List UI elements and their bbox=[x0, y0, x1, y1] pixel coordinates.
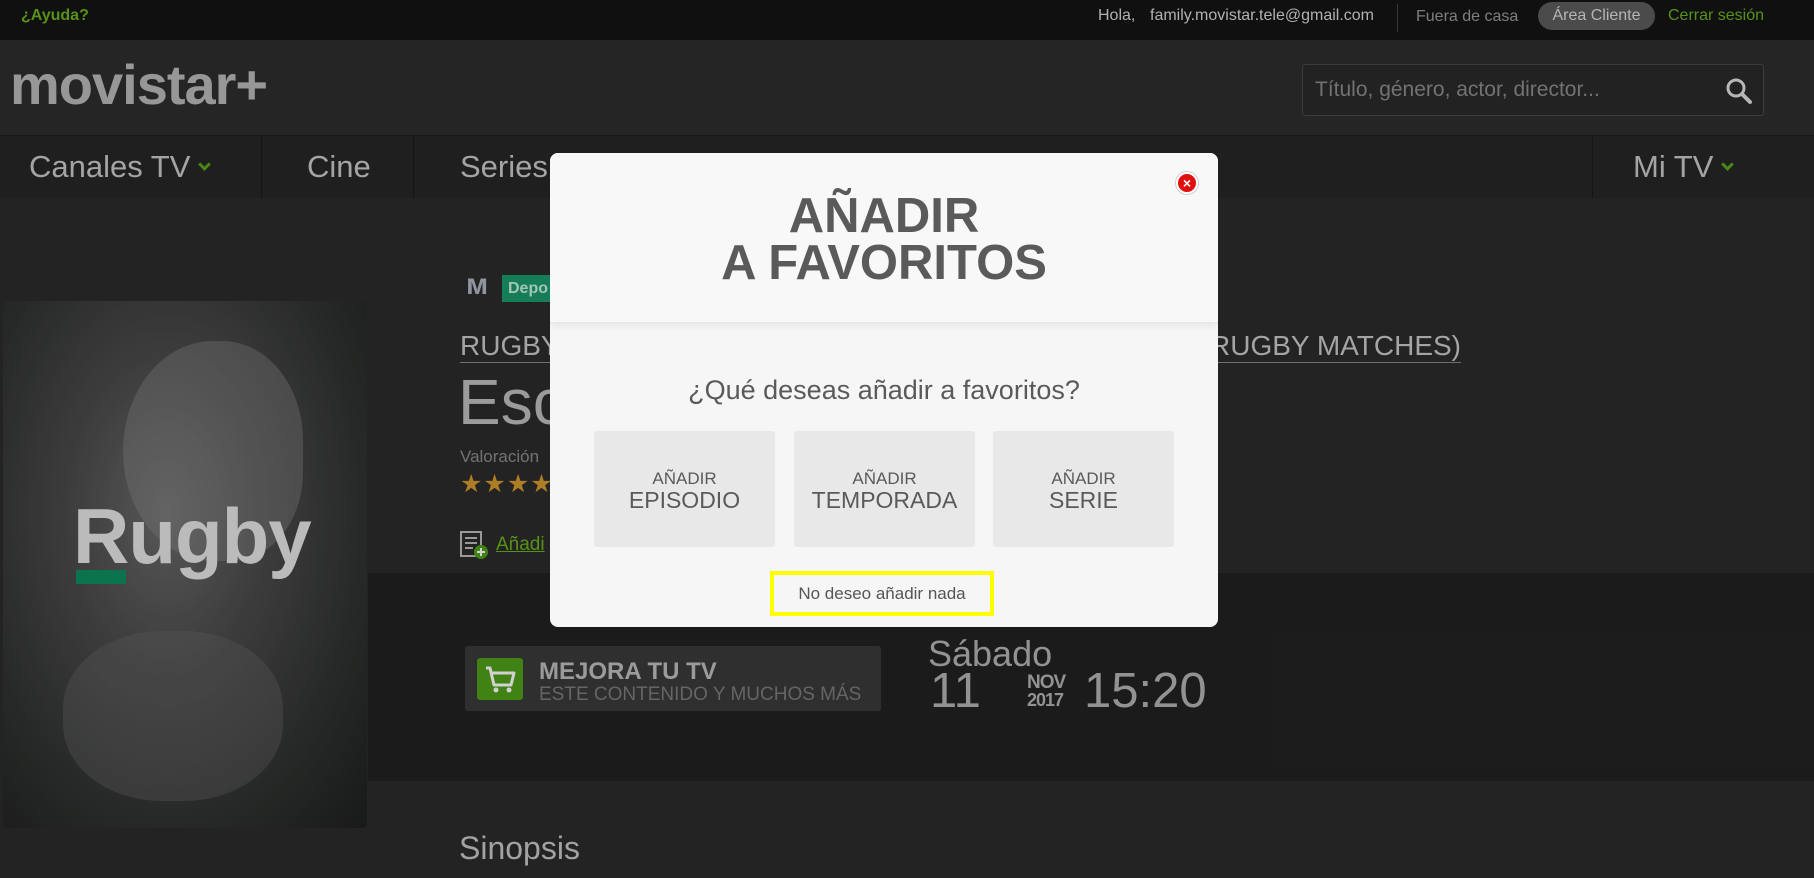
close-icon[interactable]: × bbox=[1176, 172, 1198, 194]
add-nothing-button[interactable]: No deseo añadir nada bbox=[770, 571, 994, 616]
dialog-title: AÑADIR A FAVORITOS bbox=[550, 189, 1218, 290]
option-prefix: AÑADIR bbox=[652, 469, 717, 488]
dialog-title-line1: AÑADIR bbox=[788, 189, 980, 243]
dialog-header: AÑADIR A FAVORITOS × bbox=[550, 153, 1218, 323]
dialog-title-line2: A FAVORITOS bbox=[721, 236, 1047, 290]
add-season-button[interactable]: AÑADIR TEMPORADA bbox=[794, 431, 975, 547]
option-label: SERIE bbox=[1048, 487, 1119, 513]
add-episode-button[interactable]: AÑADIR EPISODIO bbox=[594, 431, 775, 547]
option-prefix: AÑADIR bbox=[1051, 469, 1116, 488]
add-series-button[interactable]: AÑADIR SERIE bbox=[993, 431, 1174, 547]
option-label: TEMPORADA bbox=[811, 487, 958, 513]
option-prefix: AÑADIR bbox=[852, 469, 917, 488]
dialog-question: ¿Qué deseas añadir a favoritos? bbox=[688, 375, 1080, 405]
add-favorites-dialog: AÑADIR A FAVORITOS × ¿Qué deseas añadir … bbox=[550, 153, 1218, 627]
option-label: EPISODIO bbox=[628, 487, 741, 513]
